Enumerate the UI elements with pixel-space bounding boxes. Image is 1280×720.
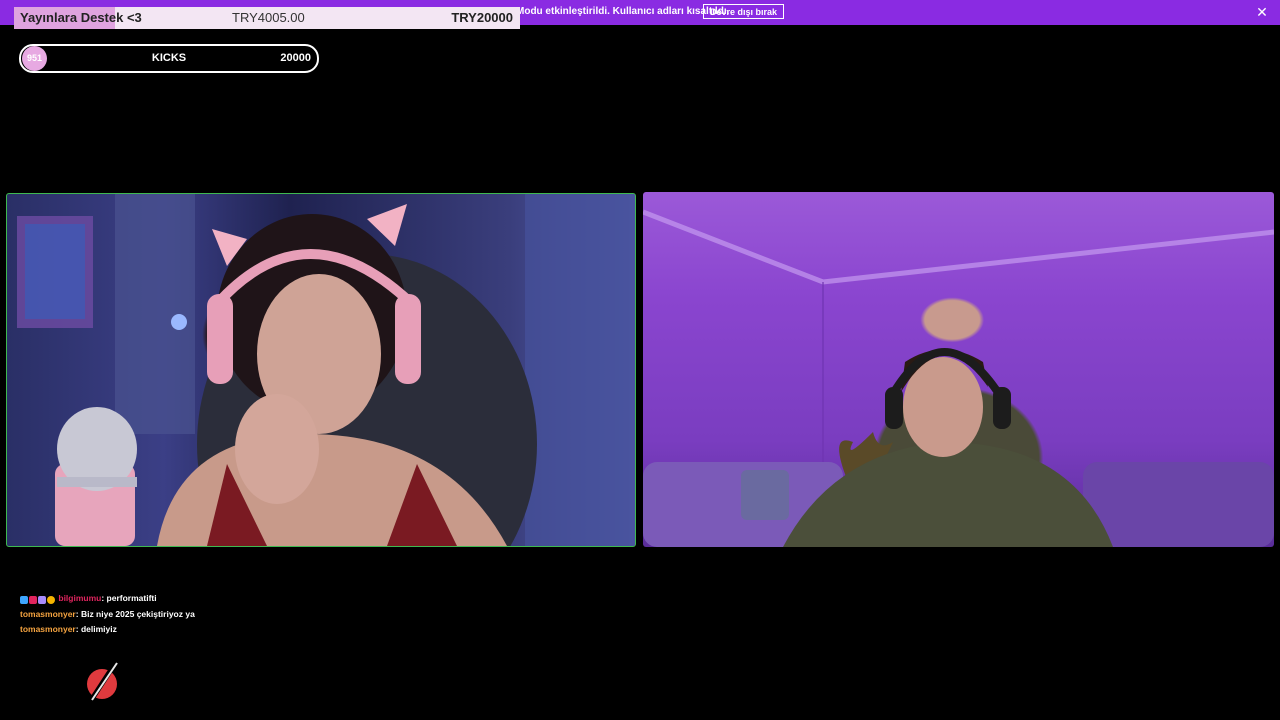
chat-text: : Biz niye 2025 çekiştiriyoz ya — [75, 608, 195, 619]
slash-logo-icon — [87, 660, 119, 702]
goal-current-amount: TRY4005.00 — [232, 10, 305, 25]
kicks-goal-value: 20000 — [280, 52, 311, 64]
chat-badges — [20, 592, 56, 606]
webcam-right — [643, 192, 1274, 547]
webcam-left — [6, 193, 636, 547]
chat-username[interactable]: tomasmonyer — [20, 609, 76, 619]
chat-username[interactable]: bilgimumu — [58, 593, 101, 603]
badge-icon — [29, 595, 37, 604]
donation-goal-bar: Yayınlara Destek <3 TRY4005.00 TRY20000 — [14, 7, 520, 29]
chat-text: : performatifti — [101, 593, 157, 603]
chat-message: bilgimumu: performatifti — [20, 591, 420, 607]
chat-overlay: bilgimumu: performatifti tomasmonyer: Bi… — [20, 591, 420, 638]
chat-message: tomasmonyer: delimiyiz — [20, 622, 420, 638]
goal-target-amount: TRY20000 — [451, 10, 513, 25]
badge-icon — [38, 595, 46, 604]
notice-text: Modu etkinleştirildi. Kullanıcı adları k… — [516, 6, 730, 17]
webcam-left-scene — [17, 194, 635, 546]
badge-icon — [47, 595, 55, 604]
goal-title: Yayınlara Destek <3 — [20, 10, 142, 25]
close-icon[interactable]: ✕ — [1254, 4, 1270, 20]
badge-icon — [20, 595, 28, 604]
chat-username[interactable]: tomasmonyer — [20, 624, 76, 634]
chat-text: : delimiyiz — [75, 624, 117, 634]
kicks-goal-bar: 951 KICKS 20000 — [19, 44, 319, 73]
webcam-right-scene — [643, 209, 1274, 547]
disable-button[interactable]: Devre dışı bırak — [703, 4, 785, 19]
kicks-label: KICKS — [151, 52, 187, 64]
chat-message: tomasmonyer: Biz niye 2025 çekiştiriyoz … — [20, 607, 420, 623]
